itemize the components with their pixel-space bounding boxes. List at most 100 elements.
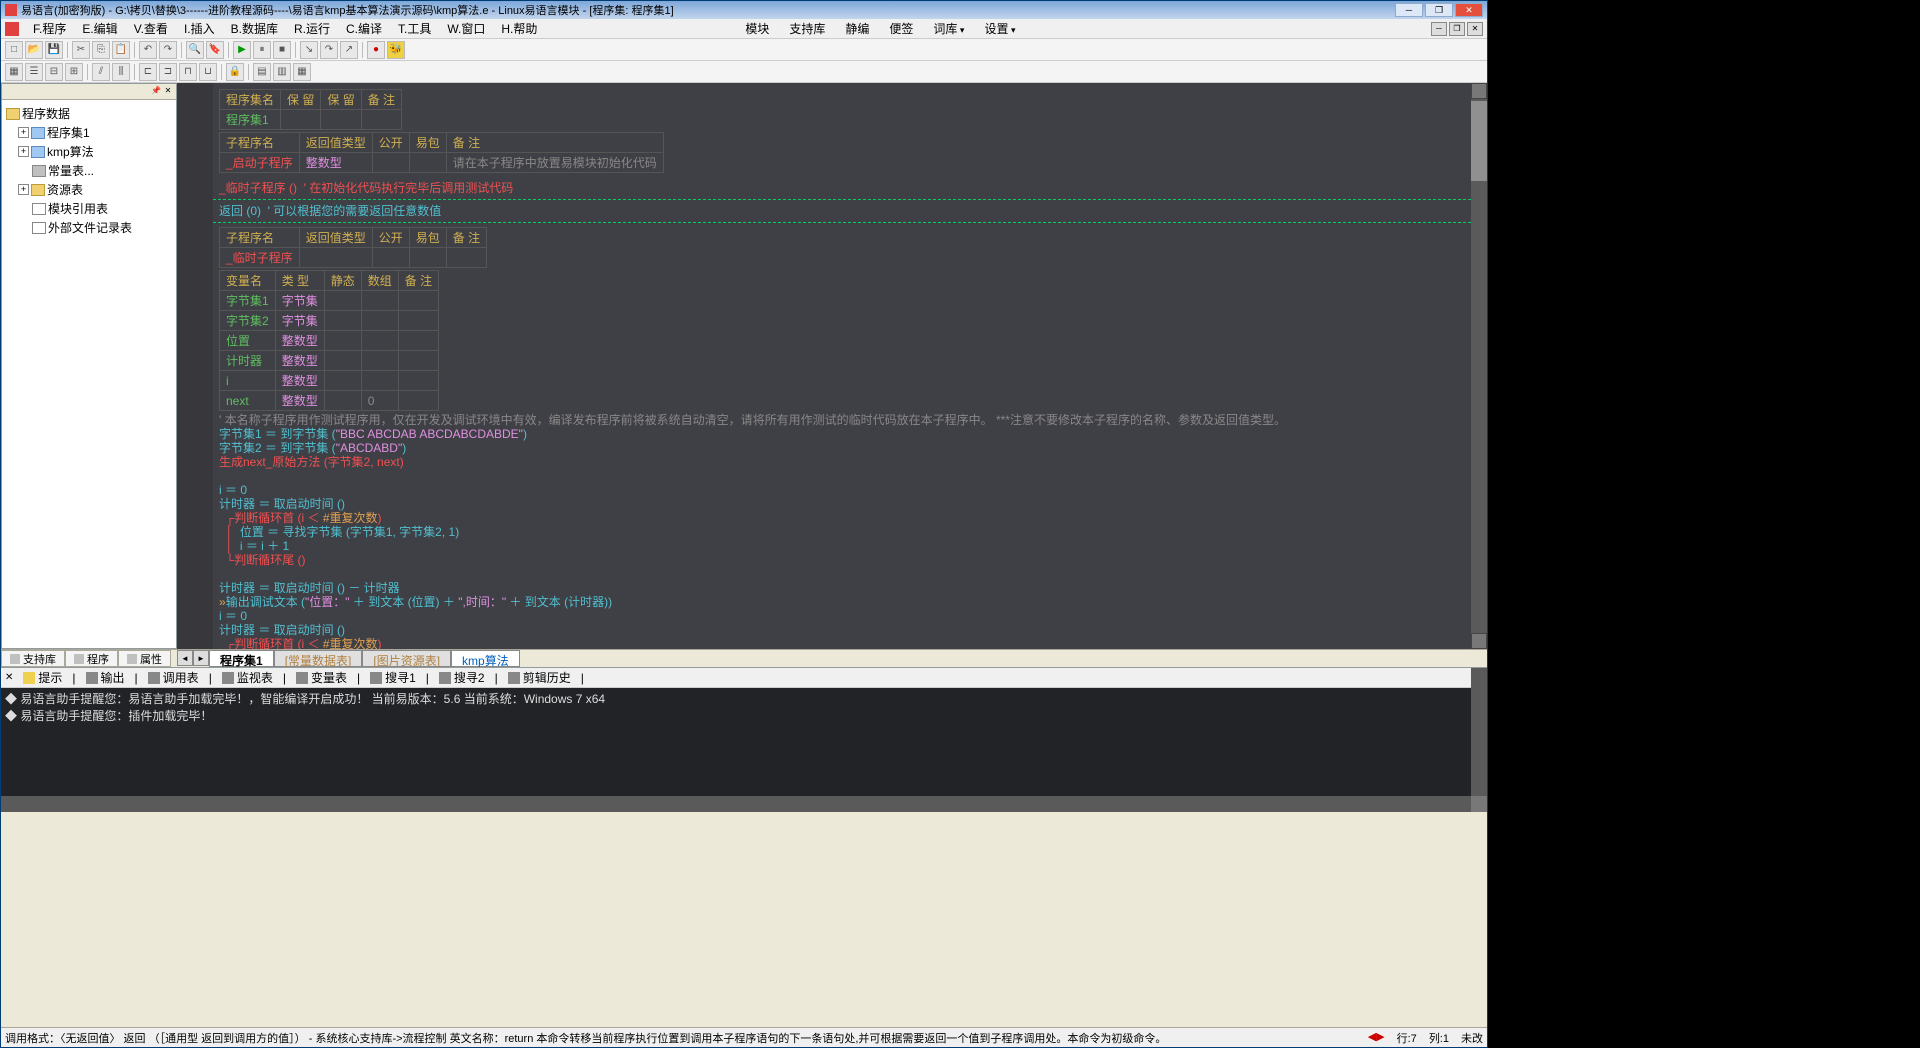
close-button[interactable]: ✕ bbox=[1455, 3, 1483, 17]
sub2-table[interactable]: 子程序名返回值类型公开易包备 注 _临时子程序 bbox=[219, 227, 487, 268]
tb-undo[interactable]: ↶ bbox=[139, 41, 157, 59]
tree-node-progset1[interactable]: + 程序集1 bbox=[6, 123, 172, 142]
tb-grid3[interactable]: ▦ bbox=[293, 63, 311, 81]
editor-scrollbar[interactable] bbox=[1471, 83, 1487, 649]
tb-align3[interactable]: ⊟ bbox=[45, 63, 63, 81]
tb-align4[interactable]: ⊞ bbox=[65, 63, 83, 81]
menu-notes[interactable]: 便签 bbox=[889, 20, 913, 37]
vars-table[interactable]: 变量名类 型静态数组备 注 字节集1字节集 字节集2字节集 位置整数型 计时器整… bbox=[219, 270, 439, 411]
tb-stepinto[interactable]: ↘ bbox=[300, 41, 318, 59]
tree-node-modref[interactable]: 模块引用表 bbox=[6, 199, 172, 218]
tb-align9[interactable]: ⊓ bbox=[179, 63, 197, 81]
tab-props[interactable]: 属性 bbox=[118, 650, 171, 667]
doc-min-button[interactable]: ─ bbox=[1431, 22, 1447, 36]
tree-root[interactable]: 程序数据 bbox=[6, 104, 172, 123]
menu-window[interactable]: W.窗口 bbox=[439, 20, 493, 37]
tb-align2[interactable]: ☰ bbox=[25, 63, 43, 81]
tb-align1[interactable]: ▦ bbox=[5, 63, 23, 81]
tb-align7[interactable]: ⊏ bbox=[139, 63, 157, 81]
program-set-table[interactable]: 程序集名保 留保 留备 注 程序集1 bbox=[219, 89, 402, 130]
status-hint: 调用格式：〈无返回值〉 返回 （［通用型 返回到调用方的值］） - 系统核心支持… bbox=[5, 1030, 1166, 1046]
menu-tools[interactable]: T.工具 bbox=[390, 20, 439, 37]
output-content[interactable]: 易语言助手提醒您：易语言助手加载完毕！，智能编译开启成功！ 当前易版本：5.6 … bbox=[1, 688, 1487, 796]
tb-new[interactable]: □ bbox=[5, 41, 23, 59]
scroll-up-icon[interactable] bbox=[1471, 83, 1487, 99]
title-bar: 易语言(加密狗版) - G:\拷贝\替换\3------进阶教程源码----\易… bbox=[1, 1, 1487, 19]
tree-node-kmp[interactable]: + kmp算法 bbox=[6, 142, 172, 161]
editor-gutter bbox=[177, 83, 213, 649]
tb-save[interactable]: 💾 bbox=[45, 41, 63, 59]
tb-grid1[interactable]: ▤ bbox=[253, 63, 271, 81]
out-tab-find1[interactable]: 搜寻1 bbox=[362, 668, 424, 687]
menu-help[interactable]: H.帮助 bbox=[493, 20, 545, 37]
menu-compile[interactable]: C.编译 bbox=[338, 20, 390, 37]
menu-view[interactable]: V.查看 bbox=[126, 20, 176, 37]
tb-align10[interactable]: ⊔ bbox=[199, 63, 217, 81]
minimize-button[interactable]: ─ bbox=[1395, 3, 1423, 17]
sub1-table[interactable]: 子程序名返回值类型公开易包备 注 _启动子程序整数型请在本子程序中放置易模块初始… bbox=[219, 132, 664, 173]
status-modified: 未改 bbox=[1461, 1030, 1483, 1046]
tb-align5[interactable]: ⫽ bbox=[92, 63, 110, 81]
scroll-thumb[interactable] bbox=[1471, 101, 1487, 181]
tb-bee[interactable]: 🐝 bbox=[387, 41, 405, 59]
code-line-call: _临时子程序 () ' 在初始化代码执行完毕后调用测试代码 bbox=[219, 181, 513, 195]
tb-run[interactable]: ▶ bbox=[233, 41, 251, 59]
menu-module[interactable]: 模块 bbox=[745, 20, 769, 37]
out-tab-output[interactable]: 输出 bbox=[78, 668, 133, 687]
tb-lock[interactable]: 🔒 bbox=[226, 63, 244, 81]
editor-tab-const[interactable]: [常量数据表] bbox=[274, 650, 363, 667]
doc-close-button[interactable]: ✕ bbox=[1467, 22, 1483, 36]
maximize-button[interactable]: ❐ bbox=[1425, 3, 1453, 17]
output-panel: ✕ 提示 | 输出 | 调用表 | 监视表 | 变量表 | 搜寻1 | 搜寻2 … bbox=[1, 667, 1487, 812]
tb-stepout[interactable]: ↗ bbox=[340, 41, 358, 59]
menu-insert[interactable]: I.插入 bbox=[176, 20, 223, 37]
tb-breakpoint[interactable]: ● bbox=[367, 41, 385, 59]
menu-settings[interactable]: 设置 bbox=[984, 20, 1015, 37]
editor-tab-imgres[interactable]: [图片资源表] bbox=[362, 650, 451, 667]
tb-pause[interactable]: ⏸ bbox=[253, 41, 271, 59]
tb-open[interactable]: 📂 bbox=[25, 41, 43, 59]
editor-tab-progset1[interactable]: 程序集1 bbox=[209, 650, 274, 667]
tree-node-extfile[interactable]: 外部文件记录表 bbox=[6, 218, 172, 237]
out-tab-watch[interactable]: 监视表 bbox=[214, 668, 281, 687]
tb-stop[interactable]: ■ bbox=[273, 41, 291, 59]
panel-pin-icon[interactable]: 📌 bbox=[150, 84, 162, 96]
menu-program[interactable]: F.程序 bbox=[25, 20, 74, 37]
editor-tab-kmp[interactable]: kmp算法 bbox=[451, 650, 520, 667]
status-row: 行:7 bbox=[1397, 1030, 1417, 1046]
out-tab-find2[interactable]: 搜寻2 bbox=[431, 668, 493, 687]
tree-node-const[interactable]: 常量表... bbox=[6, 161, 172, 180]
panel-close-icon[interactable]: ✕ bbox=[162, 84, 174, 96]
tb-find[interactable]: 🔍 bbox=[186, 41, 204, 59]
tb-stepover[interactable]: ↷ bbox=[320, 41, 338, 59]
menu-edit[interactable]: E.编辑 bbox=[74, 20, 125, 37]
tb-align8[interactable]: ⊐ bbox=[159, 63, 177, 81]
tb-bookmark[interactable]: 🔖 bbox=[206, 41, 224, 59]
out-tab-clip[interactable]: 剪辑历史 bbox=[500, 668, 579, 687]
menu-static[interactable]: 静编 bbox=[845, 20, 869, 37]
menu-dict[interactable]: 词库 bbox=[933, 20, 964, 37]
tree-node-res[interactable]: + 资源表 bbox=[6, 180, 172, 199]
tb-align6[interactable]: ⫼ bbox=[112, 63, 130, 81]
menu-run[interactable]: R.运行 bbox=[286, 20, 338, 37]
output-close-icon[interactable]: ✕ bbox=[5, 672, 13, 683]
menu-support[interactable]: 支持库 bbox=[789, 20, 825, 37]
out-tab-tips[interactable]: 提示 bbox=[15, 668, 70, 687]
project-tree[interactable]: 程序数据 + 程序集1 + kmp算法 常量表... + 资源表 bbox=[2, 100, 176, 241]
tab-program[interactable]: 程序 bbox=[65, 650, 118, 667]
output-vscroll[interactable] bbox=[1471, 668, 1487, 796]
out-tab-calls[interactable]: 调用表 bbox=[140, 668, 207, 687]
tb-paste[interactable]: 📋 bbox=[112, 41, 130, 59]
menu-database[interactable]: B.数据库 bbox=[223, 20, 286, 37]
code-editor[interactable]: 程序集名保 留保 留备 注 程序集1 子程序名返回值类型公开易包备 注 _启动子… bbox=[177, 83, 1487, 649]
scroll-down-icon[interactable] bbox=[1471, 633, 1487, 649]
out-tab-vars[interactable]: 变量表 bbox=[288, 668, 355, 687]
tb-copy[interactable]: ⎘ bbox=[92, 41, 110, 59]
tb-grid2[interactable]: ▥ bbox=[273, 63, 291, 81]
tb-redo[interactable]: ↷ bbox=[159, 41, 177, 59]
doc-restore-button[interactable]: ❐ bbox=[1449, 22, 1465, 36]
tab-nav-right-icon[interactable]: ► bbox=[193, 650, 209, 666]
tab-nav-left-icon[interactable]: ◄ bbox=[177, 650, 193, 666]
tb-cut[interactable]: ✂ bbox=[72, 41, 90, 59]
tab-support-lib[interactable]: 支持库 bbox=[1, 650, 65, 667]
